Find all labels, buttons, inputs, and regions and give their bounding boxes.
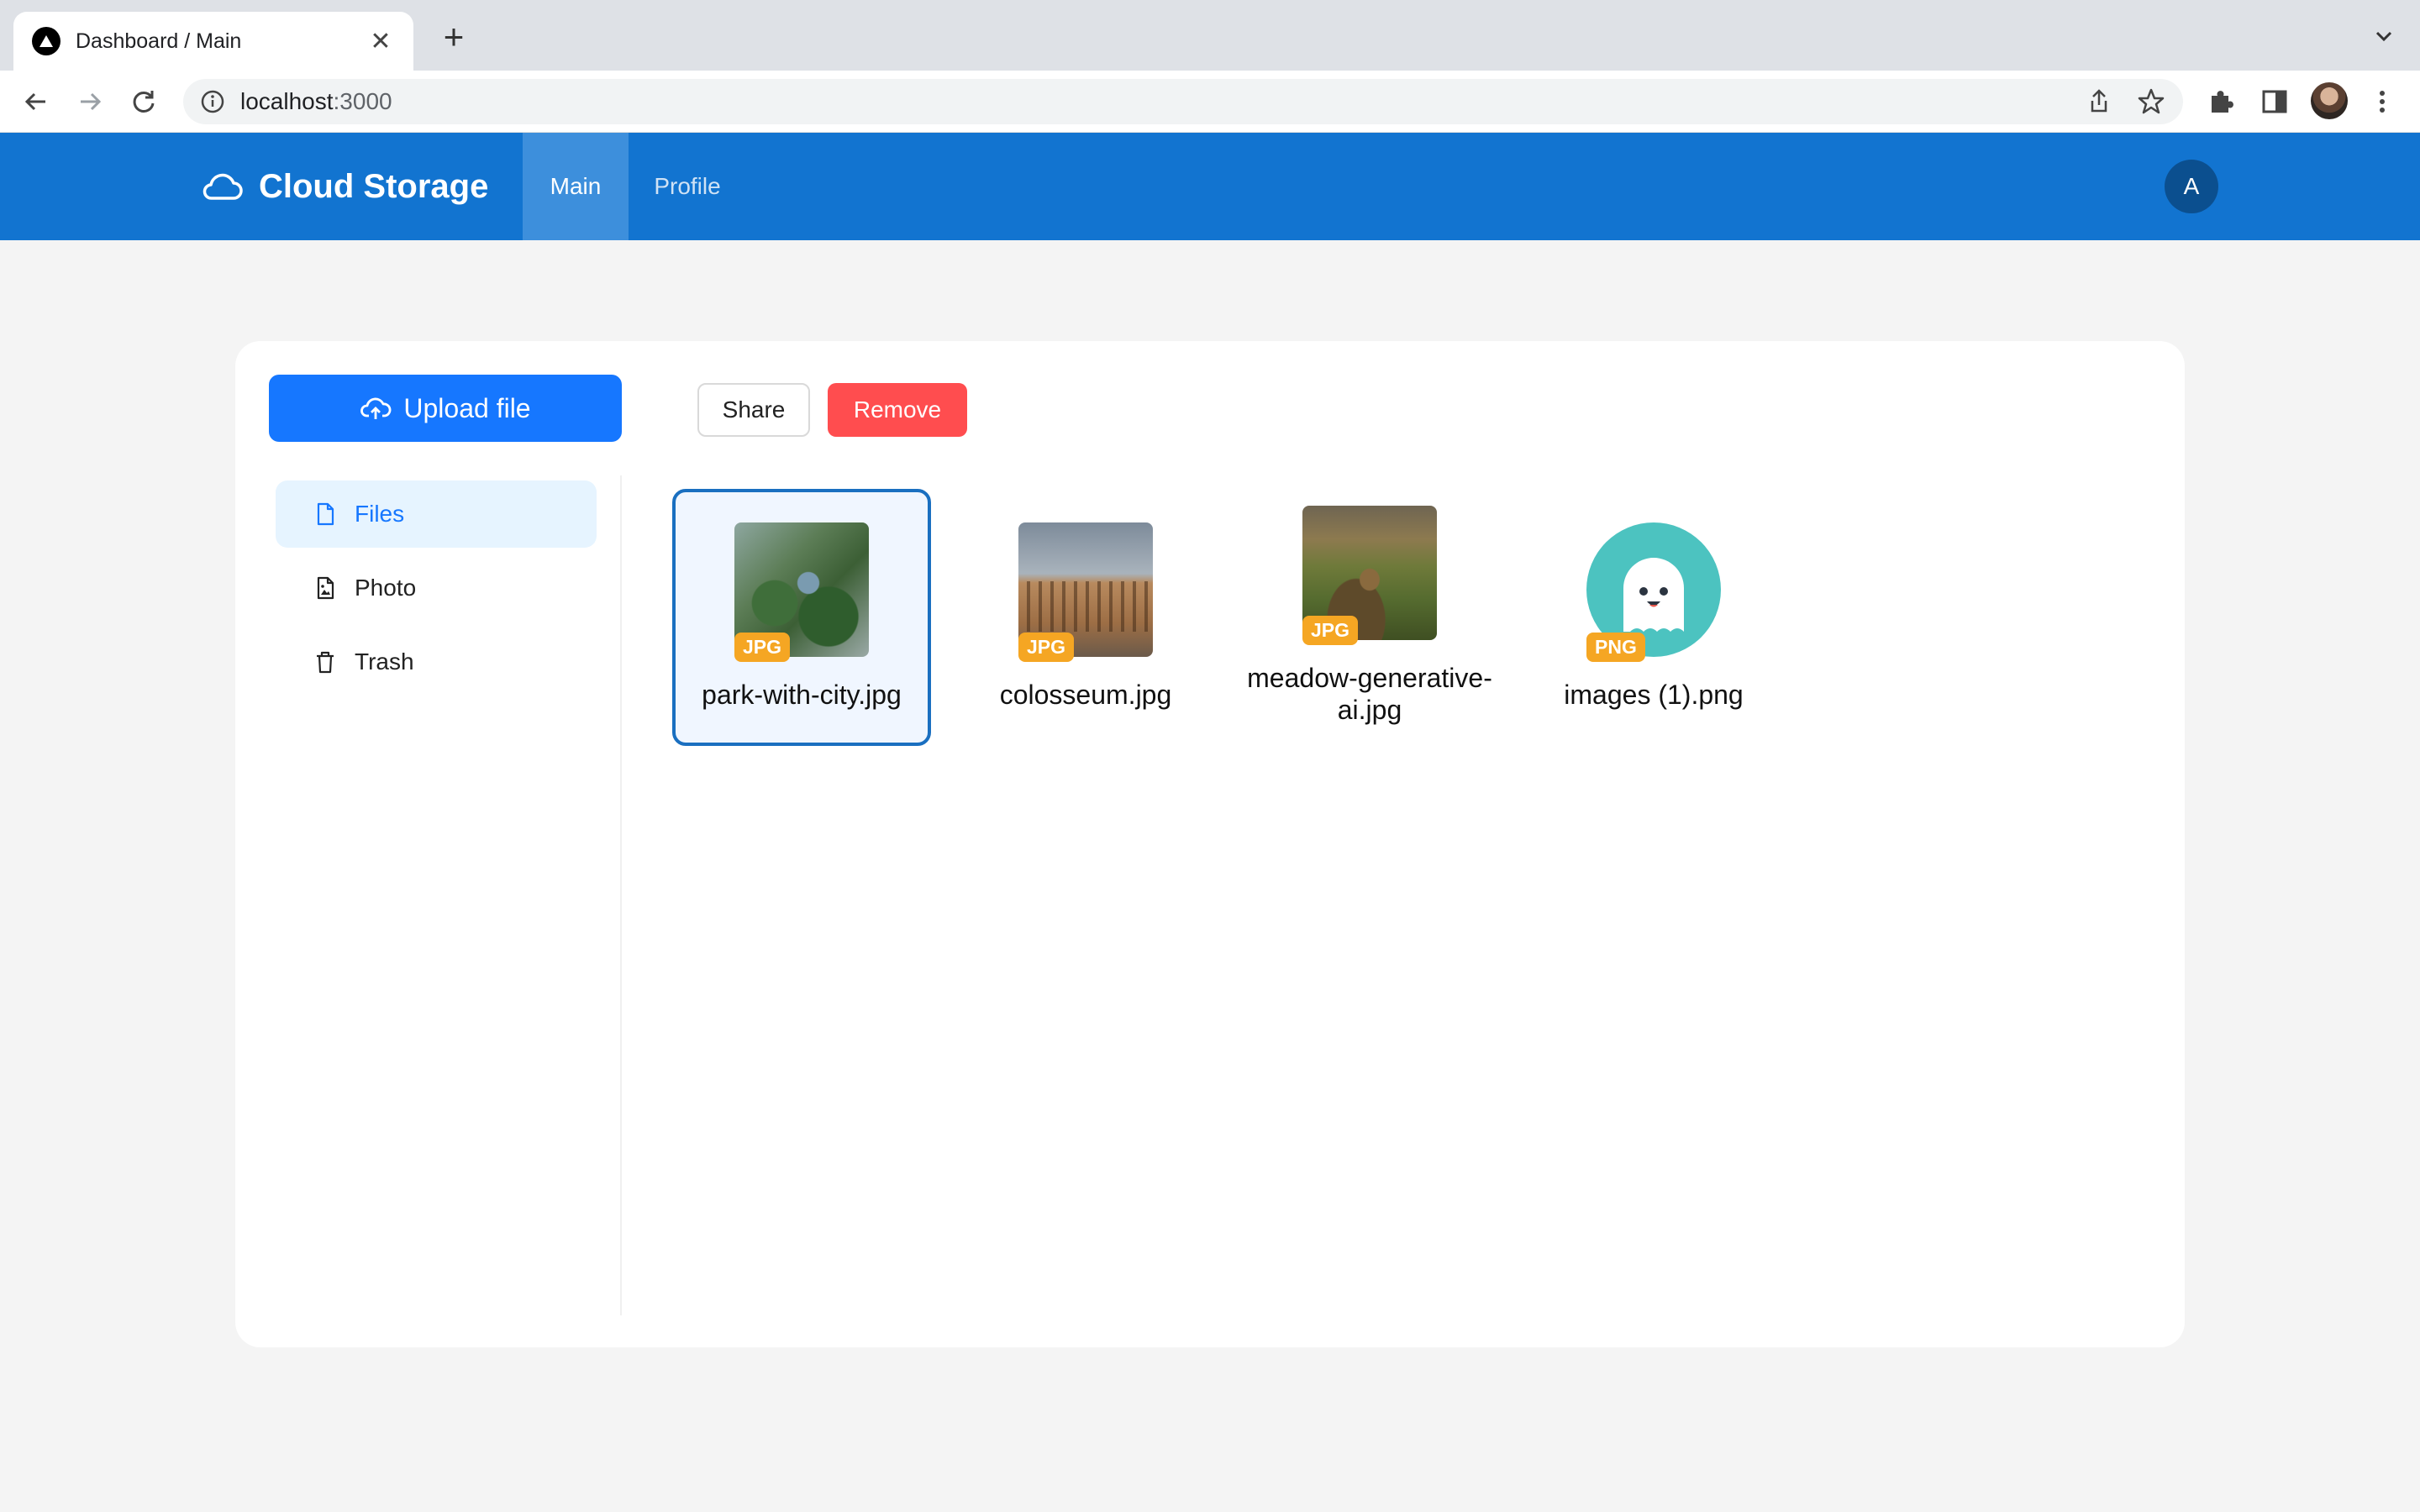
browser-tab[interactable]: Dashboard / Main ✕ [13, 12, 413, 71]
share-button[interactable]: Share [697, 383, 810, 437]
app-header: Cloud Storage Main Profile A [0, 133, 2420, 240]
user-avatar[interactable]: A [2165, 160, 2218, 213]
sidebar-item-label: Files [355, 501, 405, 527]
sidebar-item-files[interactable]: Files [276, 480, 597, 548]
close-tab-icon[interactable]: ✕ [366, 27, 395, 56]
file-thumbnail: JPG [1018, 522, 1153, 662]
browser-tabstrip: Dashboard / Main ✕ + [0, 0, 2420, 71]
sidebar-menu: Files Photo Trash [276, 480, 597, 702]
file-type-badge: PNG [1586, 633, 1645, 662]
file-name: meadow-generative-ai.jpg [1247, 663, 1492, 725]
sidebar-item-label: Photo [355, 575, 417, 601]
file-name: images (1).png [1564, 680, 1744, 710]
more-vertical-icon[interactable] [2366, 86, 2398, 118]
url-text: localhost:3000 [240, 88, 392, 115]
nav-tab-profile[interactable]: Profile [629, 133, 746, 240]
chevron-down-icon[interactable] [2371, 24, 2396, 49]
cloud-upload-icon [360, 397, 392, 419]
photo-file-icon [317, 576, 334, 600]
browser-toolbar: localhost:3000 [0, 71, 2420, 133]
file-card-colosseum[interactable]: JPG colosseum.jpg [956, 489, 1215, 746]
file-thumbnail: JPG [734, 522, 869, 662]
back-arrow-icon[interactable] [20, 86, 52, 118]
cloud-icon [203, 173, 243, 200]
file-card-images-1[interactable]: PNG images (1).png [1524, 489, 1783, 746]
file-card-meadow[interactable]: JPG meadow-generative-ai.jpg [1240, 489, 1499, 746]
main-card: Upload file Share Remove Files Photo Tra… [235, 341, 2185, 1347]
bookmark-star-icon[interactable] [2136, 87, 2166, 117]
nav-tab-main[interactable]: Main [523, 133, 629, 240]
file-type-badge: JPG [1302, 616, 1359, 645]
file-thumbnail: JPG [1302, 506, 1437, 645]
brand[interactable]: Cloud Storage [200, 158, 488, 215]
file-name: park-with-city.jpg [702, 680, 902, 710]
upload-file-button[interactable]: Upload file [269, 375, 622, 442]
file-thumbnail: PNG [1586, 522, 1721, 662]
divider [620, 475, 622, 1315]
file-type-badge: JPG [734, 633, 791, 662]
sidebar-item-label: Trash [355, 648, 414, 675]
sidebar-item-photo[interactable]: Photo [276, 554, 597, 622]
reload-icon[interactable] [128, 86, 160, 118]
share-page-icon[interactable] [2084, 87, 2114, 117]
extensions-puzzle-icon[interactable] [2205, 86, 2237, 118]
side-panel-icon[interactable] [2259, 86, 2291, 118]
forward-arrow-icon[interactable] [74, 86, 106, 118]
url-port: :3000 [333, 88, 392, 114]
trash-icon [317, 651, 334, 674]
remove-button[interactable]: Remove [828, 383, 967, 437]
brand-name: Cloud Storage [259, 167, 489, 205]
file-name: colosseum.jpg [999, 680, 1172, 710]
upload-file-label: Upload file [403, 392, 531, 423]
tab-title: Dashboard / Main [76, 29, 242, 53]
url-host: localhost [240, 88, 334, 114]
sidebar-item-trash[interactable]: Trash [276, 628, 597, 696]
triangle-logo-icon [32, 27, 60, 55]
info-icon[interactable] [200, 89, 225, 114]
new-tab-button[interactable]: + [435, 18, 472, 55]
file-card-park-with-city[interactable]: JPG park-with-city.jpg [672, 489, 931, 746]
file-icon [317, 502, 334, 526]
file-type-badge: JPG [1018, 633, 1075, 662]
browser-profile-avatar[interactable] [2311, 82, 2348, 119]
address-bar[interactable]: localhost:3000 [183, 79, 2183, 124]
